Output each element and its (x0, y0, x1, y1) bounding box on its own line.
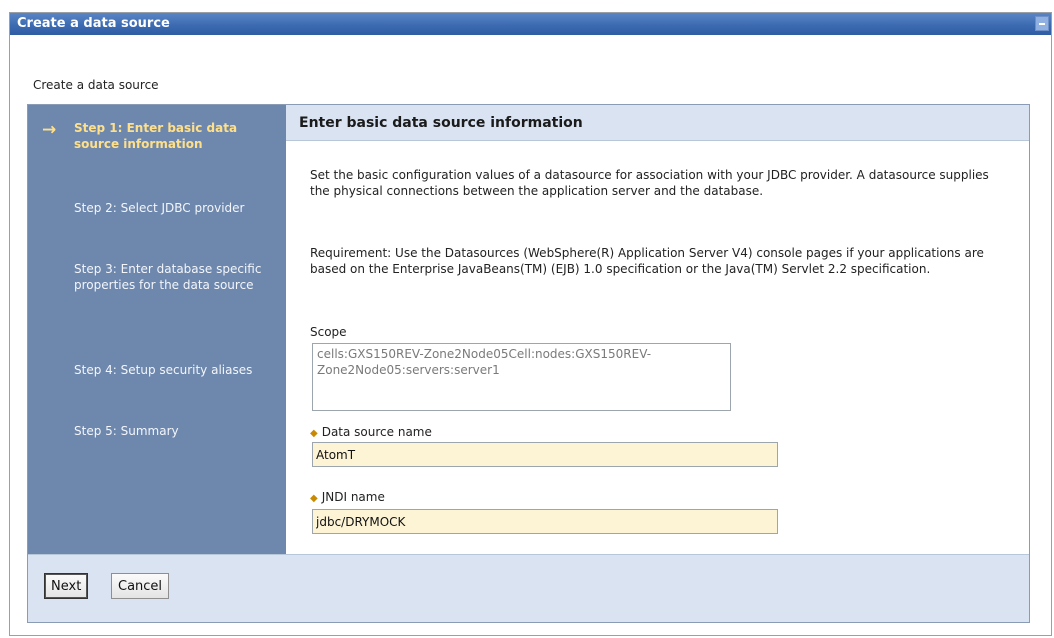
wizard-panel: → Step 1: Enter basic data source inform… (27, 104, 1030, 623)
data-source-name-input[interactable] (312, 442, 778, 467)
required-marker-icon: ◆ (310, 428, 318, 439)
data-source-name-label-text: Data source name (321, 425, 432, 439)
arrow-right-icon: → (42, 120, 57, 140)
wizard-step-3: Step 3: Enter database specific properti… (74, 262, 262, 292)
wizard-step-2: Step 2: Select JDBC provider (74, 201, 245, 215)
jndi-name-label: ◆ JNDI name (310, 490, 385, 504)
wizard-step-nav: → Step 1: Enter basic data source inform… (28, 105, 286, 554)
page-title: Create a data source (33, 78, 159, 92)
wizard-step-1: Step 1: Enter basic data source informat… (74, 121, 238, 151)
portlet-titlebar: Create a data source (10, 13, 1051, 35)
next-button[interactable]: Next (44, 573, 89, 599)
wizard-footer: Next Cancel (28, 554, 1029, 622)
requirement-text: Requirement: Use the Datasources (WebSph… (310, 246, 984, 276)
scope-label: Scope (310, 325, 347, 339)
jndi-name-input[interactable] (312, 509, 778, 534)
jndi-name-label-text: JNDI name (321, 490, 385, 504)
cancel-button[interactable]: Cancel (111, 573, 170, 599)
required-marker-icon: ◆ (310, 493, 318, 504)
scope-value: cells:GXS150REV-Zone2Node05Cell:nodes:GX… (312, 343, 731, 411)
wizard-step-4: Step 4: Setup security aliases (74, 363, 253, 377)
description-text: Set the basic configuration values of a … (310, 168, 989, 198)
content-title: Enter basic data source information (286, 105, 1029, 141)
portlet-title: Create a data source (17, 16, 170, 31)
wizard-content: Enter basic data source information Set … (286, 105, 1029, 554)
data-source-name-label: ◆ Data source name (310, 425, 432, 439)
minimize-icon[interactable] (1035, 16, 1049, 31)
wizard-step-5: Step 5: Summary (74, 424, 179, 438)
